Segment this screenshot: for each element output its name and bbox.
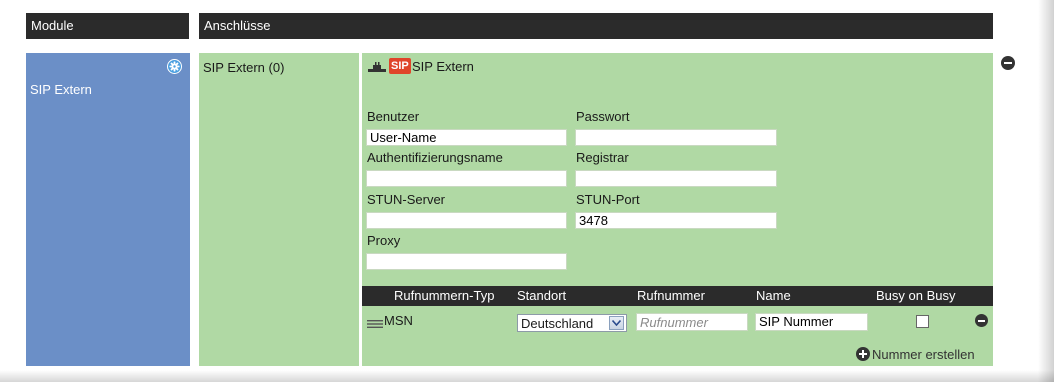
gear-icon[interactable] (167, 59, 182, 74)
connection-card[interactable]: SIP Extern (0) (199, 53, 359, 366)
window-shadow-bottom (0, 370, 1054, 382)
connection-name: SIP Extern (0) (203, 60, 285, 75)
column-header-location: Standort (517, 288, 567, 303)
proxy-label: Proxy (367, 233, 401, 248)
modules-header-label: Module (31, 18, 74, 33)
sip-detail-panel: SIP SIP Extern Benutzer User-Name Passwo… (362, 53, 993, 366)
busy-on-busy-checkbox[interactable] (916, 315, 929, 328)
number-table-header: Rufnummern-Typ Standort Rufnummer Name B… (362, 286, 993, 306)
number-placeholder: Rufnummer (640, 315, 708, 330)
sip-badge: SIP (389, 58, 411, 74)
connections-header: Anschlüsse (199, 13, 993, 39)
stun-port-field[interactable]: 3478 (575, 212, 777, 229)
module-card[interactable]: SIP Extern (26, 53, 190, 366)
drag-handle-icon[interactable] (367, 316, 383, 328)
plug-icon (368, 61, 386, 73)
auth-name-field[interactable] (366, 170, 567, 187)
stun-server-label: STUN-Server (367, 192, 446, 207)
add-icon (856, 347, 870, 361)
location-value: Deutschland (521, 316, 594, 331)
proxy-field[interactable] (366, 253, 567, 270)
modules-header: Module (26, 13, 189, 39)
chevron-down-icon[interactable] (609, 316, 624, 330)
connections-header-label: Anschlüsse (204, 18, 271, 33)
number-table-row: MSN Deutschland Rufnummer SIP Nummer (362, 307, 993, 333)
number-field[interactable]: Rufnummer (636, 313, 748, 331)
location-select[interactable]: Deutschland (517, 314, 627, 332)
user-label: Benutzer (367, 109, 420, 124)
password-label: Passwort (576, 109, 630, 124)
remove-connection-icon[interactable] (1001, 56, 1015, 70)
column-header-number: Rufnummer (637, 288, 705, 303)
stun-port-label: STUN-Port (576, 192, 640, 207)
auth-name-label: Authentifizierungsname (367, 150, 503, 165)
column-header-busy: Busy on Busy (876, 288, 956, 303)
column-header-name: Name (756, 288, 791, 303)
user-field[interactable]: User-Name (366, 129, 567, 146)
remove-number-icon[interactable] (975, 314, 988, 327)
create-number-label: Nummer erstellen (872, 347, 975, 362)
registrar-label: Registrar (576, 150, 629, 165)
window-shadow-right (1038, 0, 1054, 382)
registrar-field[interactable] (575, 170, 777, 187)
number-type: MSN (384, 313, 413, 328)
panel-title: SIP Extern (412, 59, 474, 74)
column-header-type: Rufnummern-Typ (394, 288, 495, 303)
name-field[interactable]: SIP Nummer (755, 313, 868, 331)
module-name: SIP Extern (30, 82, 92, 97)
password-field[interactable] (575, 129, 777, 146)
stun-server-field[interactable] (366, 212, 567, 229)
